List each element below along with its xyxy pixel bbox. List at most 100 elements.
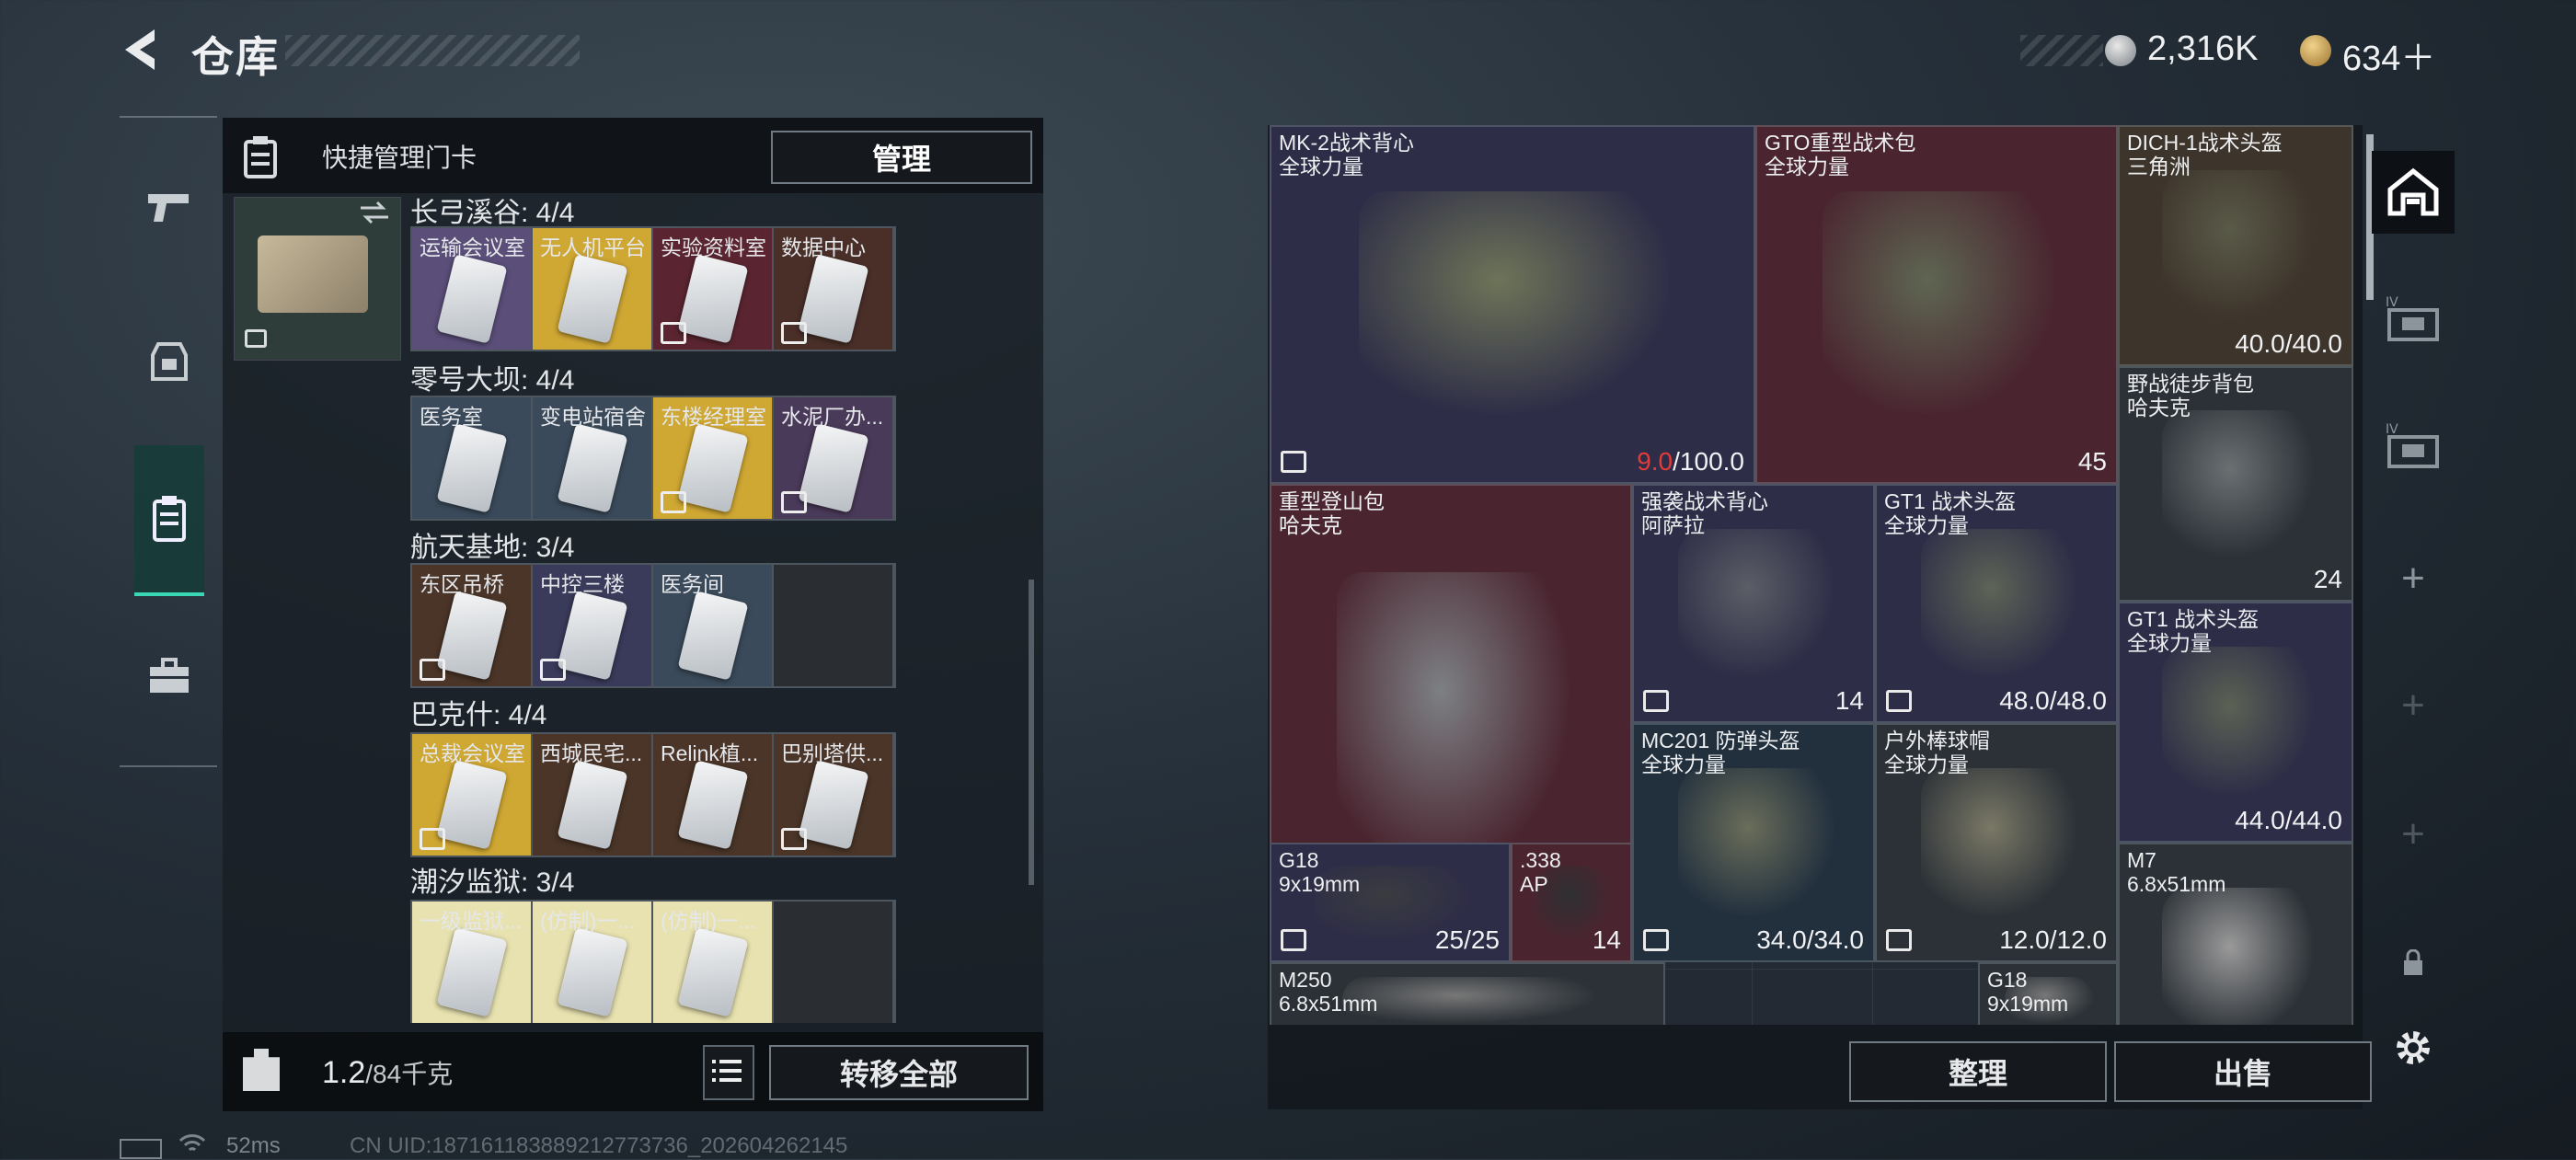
keycard-slot[interactable]: Relink植... [653, 734, 774, 856]
warehouse-item[interactable]: M250 6.8x51mm [1270, 962, 1665, 1025]
item-value-text: 25/25 [1434, 925, 1500, 954]
warehouse-main-tab[interactable] [2372, 151, 2455, 234]
warehouse-item[interactable]: MK-2战术背心 全球力量 9.0/100.0 [1270, 125, 1755, 484]
add-storage-button-3[interactable]: + [2372, 793, 2455, 876]
keycard-slot[interactable]: 运输会议室 [412, 228, 533, 350]
item-name: MC201 防弹头盔 全球力量 [1641, 729, 1800, 776]
item-title: 重型登山包 [1279, 489, 1385, 513]
keycard-slot[interactable]: 水泥厂办... [774, 397, 894, 519]
gold-currency-value[interactable]: 634＋ [2342, 29, 2435, 80]
transfer-all-button[interactable]: 转移全部 [769, 1045, 1029, 1100]
uid-text: CN UID:18716118388921277373​6_2026042621… [350, 1133, 848, 1158]
item-title: GTO重型战术包 [1765, 131, 1916, 155]
add-storage-button-2[interactable]: + [2372, 664, 2455, 747]
item-durability-low: 9.0 [1637, 447, 1673, 476]
item-image [1678, 529, 1834, 677]
keycard-slot[interactable]: (仿制)一... [533, 902, 653, 1023]
storage-box-tab-1[interactable]: IV [2372, 278, 2455, 361]
keycard-image [798, 760, 869, 850]
gold-coin-icon[interactable] [2300, 35, 2331, 66]
sell-button[interactable]: 出售 [2114, 1041, 2372, 1102]
keycard-name: 总裁会议室 [420, 741, 525, 765]
keycard-slot[interactable]: 东区吊桥 [412, 565, 533, 686]
storage-box-tab-2[interactable]: IV [2372, 405, 2455, 488]
item-name: G18 9x19mm [1987, 968, 2068, 1016]
keycard-name: 水泥厂办... [781, 405, 884, 429]
weight-max: /84千克 [365, 1060, 454, 1088]
item-title: GT1 战术头盔 [2127, 607, 2260, 631]
keycard-name: 一级监狱... [420, 909, 523, 933]
item-name: .338 AP [1520, 848, 1561, 896]
keycard-slot[interactable]: 一级监狱... [412, 902, 533, 1023]
warehouse-item[interactable]: M7 6.8x51mm [2118, 843, 2353, 1025]
list-view-button[interactable] [703, 1045, 754, 1100]
warehouse-item[interactable]: DICH-1战术头盔 三角洲 40.0/40.0 [2118, 125, 2353, 366]
keycard-image [436, 760, 508, 850]
lock-icon [1886, 929, 1912, 951]
warehouse-item[interactable]: GT1 战术头盔 全球力量 44.0/44.0 [2118, 602, 2353, 843]
keycard-slot[interactable]: 中控三楼 [533, 565, 653, 686]
keycard-slot[interactable]: 医务室 [412, 397, 533, 519]
section-title: 巴克什: 4/4 [410, 700, 547, 730]
keycard-slot[interactable]: 数据中心 [774, 228, 894, 350]
item-image [1921, 529, 2076, 677]
tab-equipment[interactable] [134, 309, 204, 410]
keycard-slot[interactable]: 医务间 [653, 565, 774, 686]
keycard-name: 医务室 [420, 405, 483, 429]
keycard-image [677, 591, 749, 681]
item-subtitle: 哈夫克 [1279, 513, 1342, 537]
keycard-slot[interactable]: 总裁会议室 [412, 734, 533, 856]
tab-weapons[interactable] [134, 156, 204, 258]
add-storage-button-1[interactable]: + [2372, 537, 2455, 620]
keycard-list-scrollbar[interactable] [1029, 580, 1034, 885]
keycard-slot[interactable]: 变电站宿舍 [533, 397, 653, 519]
keycard-slot[interactable]: 东楼经理室 [653, 397, 774, 519]
tab-toolbox[interactable] [134, 626, 204, 727]
warehouse-item[interactable]: 户外棒球帽 全球力量 12.0/12.0 [1875, 723, 2118, 962]
keycard-slot[interactable]: (仿制)一... [653, 902, 774, 1023]
warehouse-item[interactable]: G18 9x19mm [1978, 962, 2118, 1025]
item-name: GT1 战术头盔 全球力量 [1884, 489, 2016, 537]
sort-button[interactable]: 整理 [1849, 1041, 2107, 1102]
item-value-text: 45 [2077, 447, 2107, 476]
warehouse-item[interactable]: 野战徒步背包 哈夫克 24 [2118, 366, 2353, 602]
tab-keycards[interactable] [134, 445, 204, 596]
warehouse-item[interactable]: G18 9x19mm 25/25 [1270, 843, 1511, 962]
swap-icon[interactable] [359, 199, 390, 226]
keycard-name: 东区吊桥 [420, 572, 504, 596]
keycard-icon [153, 496, 186, 542]
svg-text:IV: IV [2386, 422, 2398, 437]
item-subtitle: 全球力量 [1884, 513, 1969, 537]
warehouse-item[interactable]: GT1 战术头盔 全球力量 48.0/48.0 [1875, 484, 2118, 723]
manage-button[interactable]: 管理 [771, 131, 1032, 184]
item-title: 强袭战术背心 [1641, 489, 1768, 513]
item-title: M250 [1279, 968, 1332, 992]
item-image [1678, 768, 1834, 916]
keycard-slot[interactable] [774, 565, 894, 686]
keycard-slot[interactable]: 巴别塔供... [774, 734, 894, 856]
page-title: 仓库 [191, 33, 280, 81]
warehouse-item[interactable]: GTO重型战术包 全球力量 45 [1755, 125, 2118, 484]
keycard-slot[interactable] [774, 902, 894, 1023]
item-name: 户外棒球帽 全球力量 [1884, 729, 1990, 776]
keycard-image [677, 760, 749, 850]
item-subtitle: 9x19mm [1987, 992, 2069, 1016]
keycard-slot[interactable]: 无人机平台 [533, 228, 653, 350]
lock-icon [420, 828, 445, 850]
settings-button[interactable] [2372, 1006, 2455, 1089]
item-name: M250 6.8x51mm [1279, 968, 1377, 1016]
warehouse-item[interactable]: .338 AP 14 [1511, 843, 1632, 962]
keycard-slot[interactable]: 西城民宅... [533, 734, 653, 856]
keycard-slot[interactable]: 实验资料室 [653, 228, 774, 350]
item-subtitle: 三角洲 [2127, 155, 2191, 178]
item-title: G18 [1987, 968, 2028, 992]
warehouse-item[interactable]: MC201 防弹头盔 全球力量 34.0/34.0 [1632, 723, 1875, 962]
item-name: GT1 战术头盔 全球力量 [2127, 607, 2259, 655]
keycard-name: 医务间 [661, 572, 724, 596]
back-arrow-icon[interactable] [118, 26, 166, 74]
warehouse-item[interactable]: 强袭战术背心 阿萨拉 14 [1632, 484, 1875, 723]
section-title: 长弓溪谷: 4/4 [410, 198, 575, 228]
keycard-image [436, 254, 508, 344]
plus-icon: + [2401, 556, 2425, 601]
item-value-text: 24 [2313, 565, 2342, 593]
